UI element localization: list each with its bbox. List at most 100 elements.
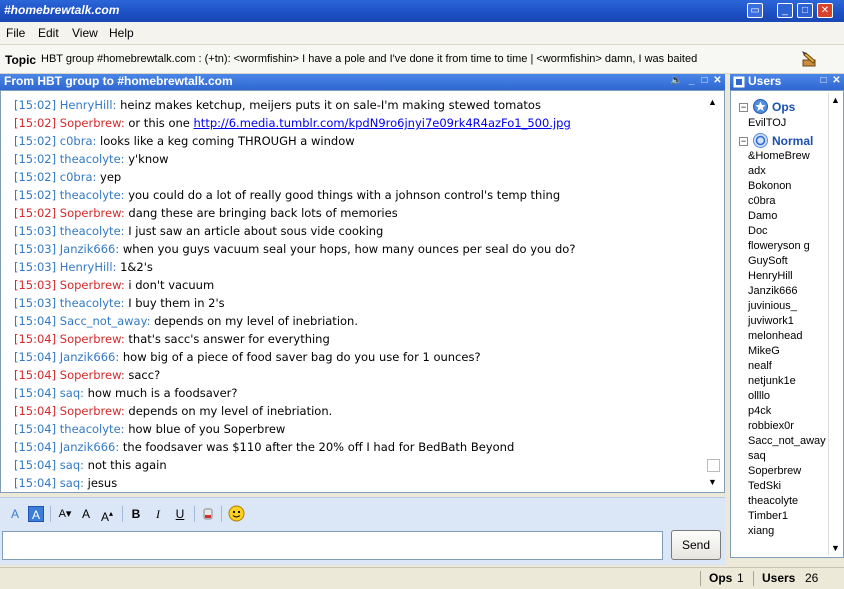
separator (221, 506, 222, 522)
chat-scrollbar[interactable]: ▲ ▼ (705, 93, 723, 489)
chat-log[interactable]: [15:02] HenryHill: heinz makes ketchup, … (0, 90, 725, 493)
message-nick[interactable]: Soperbrew: (60, 368, 125, 382)
menu-edit[interactable]: Edit (38, 26, 59, 40)
scroll-down-icon[interactable]: ▼ (831, 543, 840, 553)
user-item[interactable]: Damo (748, 209, 826, 224)
users-scrollbar[interactable]: ▲ ▼ (828, 93, 842, 555)
user-item[interactable]: ollllo (748, 389, 826, 404)
message-nick[interactable]: Soperbrew: (60, 206, 125, 220)
message-nick[interactable]: Janzik666: (60, 242, 119, 256)
panel-maximize-button[interactable]: □ (699, 75, 710, 87)
message-nick[interactable]: saq: (60, 386, 84, 400)
message-nick[interactable]: c0bra: (60, 170, 97, 184)
message-nick[interactable]: saq: (60, 476, 84, 490)
chat-message: [15:04] saq: not this again (14, 456, 704, 474)
message-nick[interactable]: Sacc_not_away: (60, 314, 151, 328)
font-size-up-icon[interactable]: A▴ (98, 506, 116, 524)
user-item[interactable]: saq (748, 449, 826, 464)
message-text: or this one (128, 116, 194, 130)
user-item[interactable]: xiang (748, 524, 826, 539)
message-nick[interactable]: Soperbrew: (60, 404, 125, 418)
users-panel-maximize-button[interactable]: □ (818, 75, 829, 87)
chat-message: [15:02] HenryHill: heinz makes ketchup, … (14, 96, 704, 114)
user-item[interactable]: p4ck (748, 404, 826, 419)
maximize-button[interactable]: □ (797, 3, 813, 18)
user-item[interactable]: Sacc_not_away (748, 434, 826, 449)
message-text: jesus (87, 476, 118, 490)
message-text: heinz makes ketchup, meijers puts it on … (120, 98, 541, 112)
message-nick[interactable]: HenryHill: (60, 98, 117, 112)
message-nick[interactable]: theacolyte: (60, 188, 125, 202)
send-button[interactable]: Send (671, 530, 721, 560)
users-panel-close-button[interactable]: ✕ (831, 75, 842, 87)
message-nick[interactable]: theacolyte: (60, 152, 125, 166)
panel-minimize-button[interactable]: _ (686, 75, 697, 87)
italic-button[interactable]: I (152, 506, 164, 522)
message-nick[interactable]: HenryHill: (60, 260, 117, 274)
user-item[interactable]: nealf (748, 359, 826, 374)
collapse-icon[interactable]: − (739, 103, 748, 112)
underline-button[interactable]: U (174, 506, 186, 522)
user-item[interactable]: Doc (748, 224, 826, 239)
message-nick[interactable]: theacolyte: (60, 296, 125, 310)
restore-icon[interactable]: ▭ (747, 3, 763, 18)
scroll-down-icon[interactable]: ▼ (708, 477, 717, 487)
user-item[interactable]: Timber1 (748, 509, 826, 524)
message-input[interactable] (2, 531, 663, 560)
user-item[interactable]: adx (748, 164, 826, 179)
close-button[interactable]: ✕ (817, 3, 833, 18)
scroll-up-icon[interactable]: ▲ (831, 95, 840, 105)
user-item[interactable]: theacolyte (748, 494, 826, 509)
minimize-button[interactable]: _ (777, 3, 793, 18)
user-item[interactable]: MikeG (748, 344, 826, 359)
message-nick[interactable]: Janzik666: (60, 440, 119, 454)
message-nick[interactable]: Soperbrew: (60, 116, 125, 130)
menu-view[interactable]: View (72, 26, 98, 40)
message-nick[interactable]: saq: (60, 458, 84, 472)
user-item[interactable]: netjunk1e (748, 374, 826, 389)
message-nick[interactable]: c0bra: (60, 134, 97, 148)
speaker-icon[interactable]: 🔈 (670, 75, 682, 87)
text-color-icon[interactable]: A (8, 506, 22, 522)
scroll-up-icon[interactable]: ▲ (708, 97, 717, 107)
user-item[interactable]: Janzik666 (748, 284, 826, 299)
menu-help[interactable]: Help (109, 26, 134, 40)
message-nick[interactable]: Janzik666: (60, 350, 119, 364)
user-item[interactable]: HenryHill (748, 269, 826, 284)
user-item[interactable]: Bokonon (748, 179, 826, 194)
edit-topic-icon[interactable] (801, 50, 819, 68)
user-item[interactable]: TedSki (748, 479, 826, 494)
user-item[interactable]: juvinious_ (748, 299, 826, 314)
message-nick[interactable]: theacolyte: (60, 224, 125, 238)
message-nick[interactable]: Soperbrew: (60, 278, 125, 292)
user-item[interactable]: &HomeBrew (748, 149, 826, 164)
message-timestamp: [15:03] (14, 224, 57, 238)
message-text: depends on my level of inebriation. (154, 314, 358, 328)
clear-format-icon[interactable] (201, 507, 215, 521)
font-size-down-icon[interactable]: A▾ (56, 506, 74, 522)
irc-window: #homebrewtalk.com ▭ _ □ ✕ File Edit View… (0, 0, 844, 589)
message-text: i don't vacuum (128, 278, 215, 292)
message-nick[interactable]: theacolyte: (60, 422, 125, 436)
collapse-icon[interactable]: − (739, 137, 748, 146)
smiley-icon[interactable] (228, 505, 245, 522)
user-item[interactable]: EvilTOJ (748, 117, 786, 129)
user-item[interactable]: melonhead (748, 329, 826, 344)
message-timestamp: [15:02] (14, 134, 57, 148)
user-item[interactable]: robbiex0r (748, 419, 826, 434)
user-item[interactable]: floweryson g (748, 239, 826, 254)
panel-close-button[interactable]: ✕ (712, 75, 723, 87)
font-icon[interactable]: A (80, 506, 92, 522)
user-item[interactable]: GuySoft (748, 254, 826, 269)
bold-button[interactable]: B (130, 506, 142, 522)
message-nick[interactable]: Soperbrew: (60, 332, 125, 346)
user-item[interactable]: Soperbrew (748, 464, 826, 479)
highlight-color-icon[interactable]: A (28, 506, 44, 522)
menu-file[interactable]: File (6, 26, 25, 40)
topic-bar: Topic HBT group #homebrewtalk.com : (+tn… (0, 44, 844, 74)
ops-count-label: Ops (709, 571, 733, 585)
scroll-thumb[interactable] (707, 459, 720, 472)
message-link[interactable]: http://6.media.tumblr.com/kpdN9ro6jnyi7e… (194, 116, 571, 130)
user-item[interactable]: c0bra (748, 194, 826, 209)
user-item[interactable]: juviwork1 (748, 314, 826, 329)
